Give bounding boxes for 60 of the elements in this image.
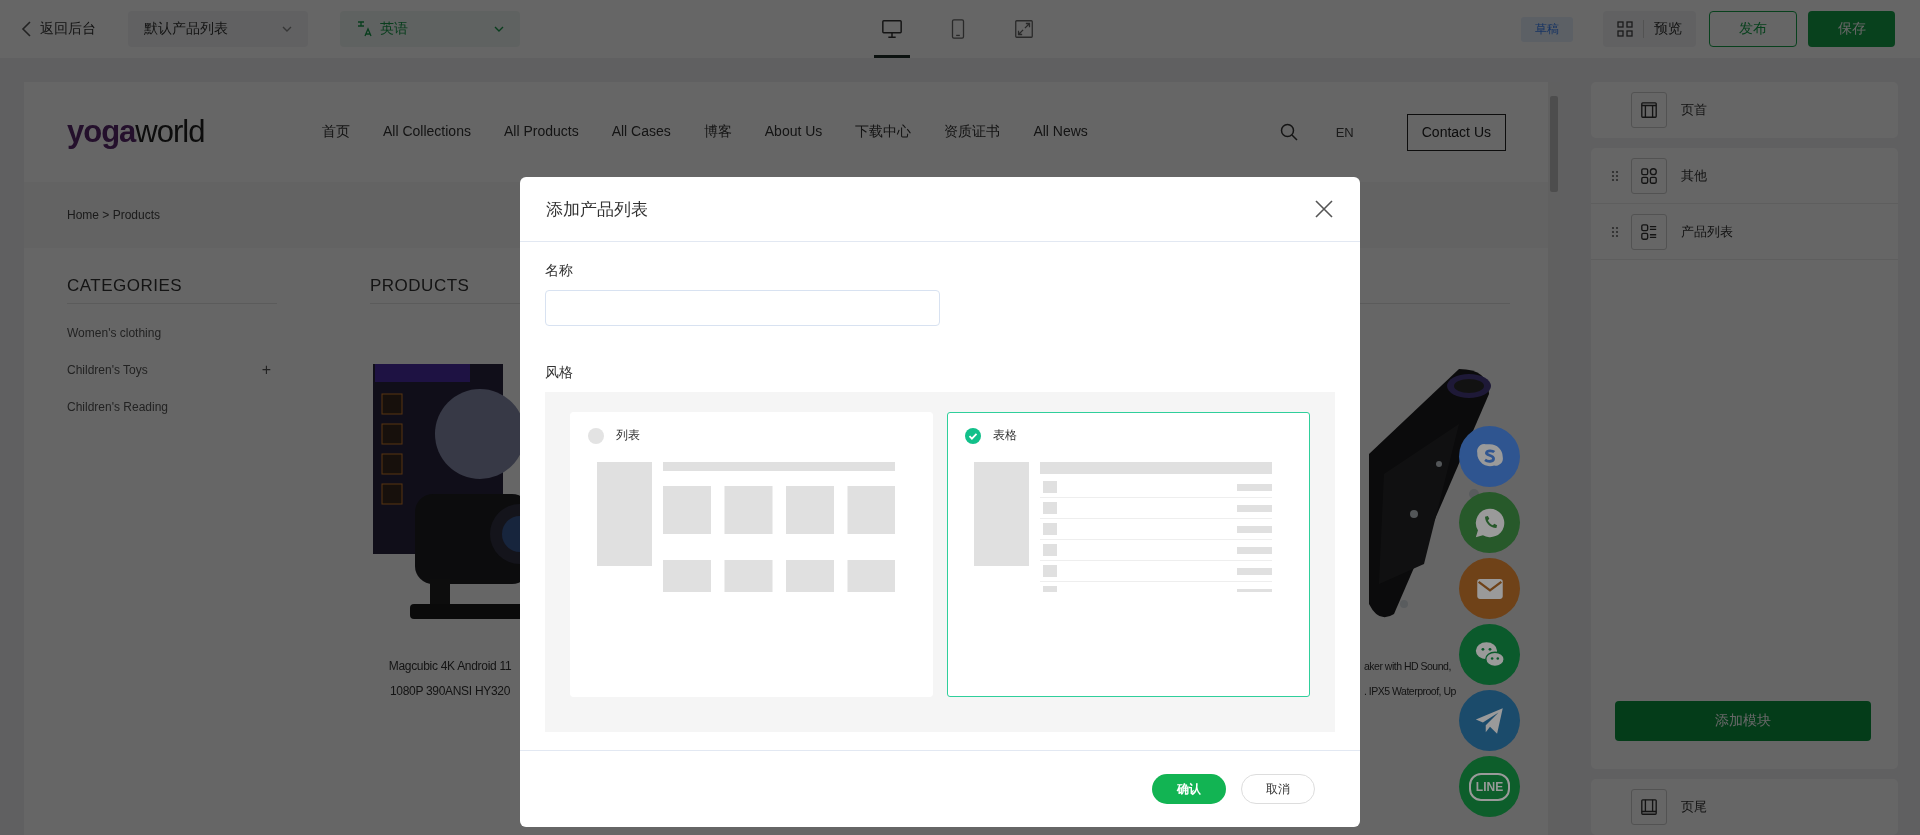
expand-icon: [1012, 18, 1035, 40]
module-row[interactable]: 页尾: [1591, 779, 1898, 835]
search-icon[interactable]: [1279, 123, 1298, 141]
site-logo: yogaworld: [67, 114, 206, 150]
name-input-field[interactable]: [545, 290, 940, 326]
close-icon[interactable]: [1314, 199, 1334, 219]
chevron-down-icon: [282, 26, 292, 32]
translate-icon: [356, 20, 372, 38]
chevron-down-icon: [494, 26, 504, 32]
dialog-title: 添加产品列表: [546, 198, 648, 221]
nav-link[interactable]: 首页: [322, 123, 350, 141]
module-row[interactable]: 其他: [1591, 148, 1898, 204]
monitor-icon: [880, 18, 903, 40]
option-label: 表格: [993, 427, 1017, 444]
style-option-card[interactable]: 列表: [570, 412, 933, 697]
drag-handle-icon[interactable]: [1611, 225, 1619, 238]
cancel-button[interactable]: 取消: [1241, 774, 1315, 804]
product-title[interactable]: 1080P 390ANSI HY320: [389, 679, 511, 704]
back-link[interactable]: 返回后台: [20, 20, 96, 38]
nav-link[interactable]: All Collections: [383, 123, 471, 141]
qr-grid-icon: [1617, 21, 1633, 37]
caret-left-icon: [20, 21, 32, 37]
product-title[interactable]: Magcubic 4K Android 11: [388, 654, 512, 679]
product-title[interactable]: aker with HD Sound,: [1364, 654, 1451, 679]
section-title: CATEGORIES: [67, 276, 277, 304]
save-button[interactable]: 保存: [1808, 11, 1895, 47]
nav-link[interactable]: All Products: [503, 123, 579, 141]
radio-icon[interactable]: [588, 427, 604, 444]
language-link[interactable]: EN: [1335, 124, 1354, 140]
nav-link[interactable]: All News: [1033, 123, 1088, 141]
status-badge: 草稿: [1521, 16, 1573, 42]
module-row[interactable]: 产品列表: [1591, 204, 1898, 260]
category-link[interactable]: Children's Toys: [67, 362, 148, 377]
grid-icon: [1631, 157, 1667, 194]
breadcrumb: Home > Products: [67, 208, 161, 222]
expand-toggle[interactable]: +: [261, 360, 271, 379]
option-label: 列表: [616, 427, 640, 444]
drag-handle-icon[interactable]: [1611, 169, 1619, 182]
list-icon: [1631, 213, 1667, 250]
nav-link[interactable]: 博客: [703, 123, 732, 141]
module-row[interactable]: 页首: [1591, 82, 1898, 138]
contact-button[interactable]: Contact Us: [1406, 113, 1506, 151]
product-title[interactable]: . IPX5 Waterproof, Up: [1364, 679, 1456, 704]
nav-link[interactable]: 下载中心: [855, 123, 912, 141]
style-option-card[interactable]: 表格: [947, 412, 1310, 697]
field-label: 风格: [545, 364, 574, 382]
confirm-button[interactable]: 确认: [1152, 774, 1226, 804]
nav-link[interactable]: About Us: [764, 123, 823, 141]
nav-link[interactable]: 资质证书: [944, 123, 1001, 141]
preview-button[interactable]: 预览: [1603, 11, 1696, 47]
add-module-button[interactable]: 添加模块: [1615, 701, 1871, 741]
check-circle-icon[interactable]: [965, 427, 981, 444]
category-link[interactable]: Women's clothing: [67, 325, 162, 340]
footer-layout-icon: [1631, 789, 1667, 825]
category-link[interactable]: Children's Reading: [67, 399, 168, 414]
nav-link[interactable]: All Cases: [611, 123, 671, 141]
publish-button[interactable]: 发布: [1709, 11, 1797, 47]
language-select[interactable]: 英语: [340, 11, 520, 47]
page-select[interactable]: 默认产品列表: [128, 11, 308, 47]
header-layout-icon: [1631, 92, 1667, 128]
